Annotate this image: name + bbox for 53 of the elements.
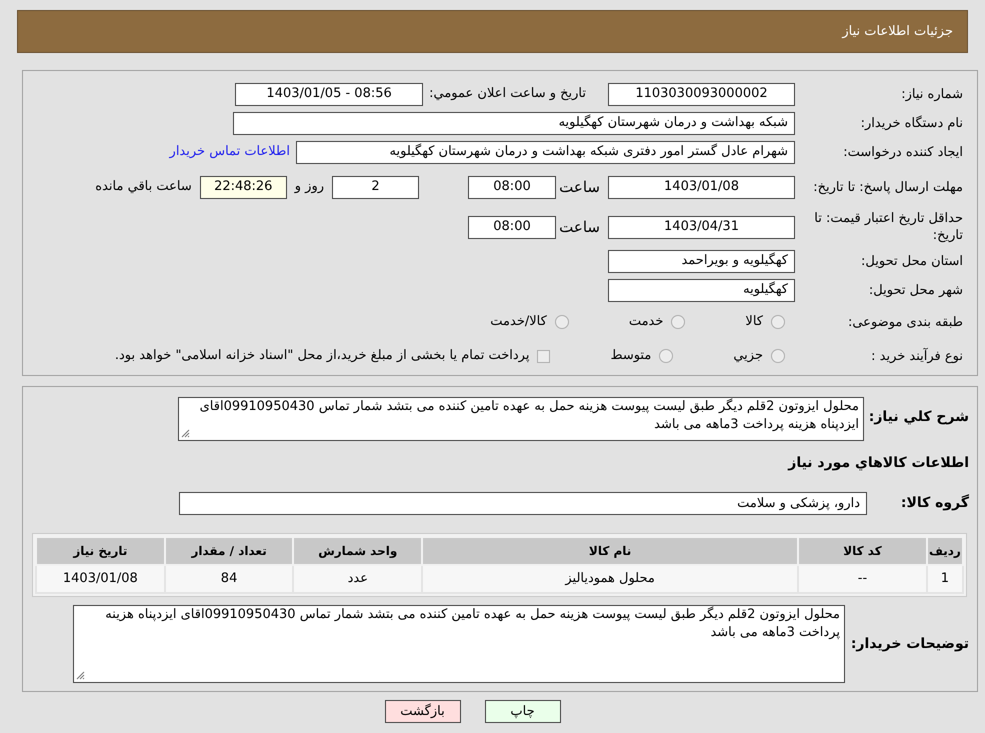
validity-date-field[interactable]: 1403/04/31 (608, 216, 795, 238)
field-label: استان محل تحویل: (860, 252, 963, 270)
radio-label: خدمت (628, 313, 664, 332)
table-cell: عدد (293, 565, 422, 593)
field-label: روز و (294, 178, 324, 196)
column-header: کد کالا (798, 537, 927, 565)
section-heading: اطلاعات کالاهاي مورد نیاز (786, 454, 969, 473)
column-header: تاریخ نیاز (36, 537, 165, 565)
radio-label: متوسط (610, 347, 652, 366)
radio-label: کالا (745, 313, 763, 332)
table-cell: 1403/01/08 (36, 565, 165, 593)
requester-field[interactable]: شهرام عادل گستر امور دفتری شبکه بهداشت و درمان شهرستان کهگیلویه (296, 140, 795, 164)
field-label: توضیحات خریدار: (850, 634, 969, 654)
days-field[interactable]: 2 (332, 176, 419, 198)
city-field[interactable]: کهگیلویه (608, 278, 795, 302)
radio-label: جزيي (733, 347, 763, 366)
field-label: شرح کلي نیاز: (868, 408, 969, 427)
print-button[interactable]: چاپ (484, 700, 560, 723)
reply-date-field[interactable]: 1403/01/08 (608, 176, 795, 198)
field-label: طبقه بندی موضوعی: (846, 314, 963, 330)
table-cell: -- (798, 565, 927, 593)
province-field[interactable]: کهگیلویه و بویراحمد (608, 250, 795, 272)
field-label: ایجاد کننده درخواست: (842, 144, 963, 160)
field-label: تاریخ و ساعت اعلان عمومي: (429, 85, 586, 104)
field-label: نوع فرآیند خرید : (870, 348, 963, 364)
buyer-org-field[interactable]: شبکه بهداشت و درمان شهرستان کهگیلویه (233, 112, 795, 134)
buyer-notes-text-area[interactable]: محلول ایزوتون 2قلم دیگر طبق لیست پیوست هزینه حمل به عهده تامین کننده می بتشد شمار تماس 09910950430اقای ایزدپناه هزینه پرداخت 3ماهه می باشد (73, 605, 845, 683)
remaining-time-field[interactable]: 22:48:26 (200, 176, 287, 198)
column-header: واحد شمارش (293, 537, 422, 565)
field-label: ساعت باقي مانده (95, 178, 192, 196)
table-cell: 1 (926, 565, 963, 593)
table-cell: محلول همودیالیز (422, 565, 798, 593)
buyer-contact-link[interactable]: اطلاعات تماس خریدار (170, 142, 290, 162)
field-label: نام دستگاه خریدار: (860, 114, 963, 132)
column-header: نام کالا (422, 537, 798, 565)
need-number-field[interactable]: 1103030093000002 (608, 82, 795, 106)
field-label: مهلت ارسال پاسخ: تا تاریخ: (812, 178, 963, 196)
goods-group-field[interactable]: دارو، پزشکی و سلامت (179, 492, 867, 515)
field-label: شهر محل تحویل: (868, 282, 963, 298)
announce-date-field[interactable]: 1403/01/05 - 08:56 (235, 82, 424, 106)
column-header: تعداد / مقدار (164, 537, 294, 565)
radio-label: کالا/خدمت (490, 313, 547, 332)
field-label: شماره نیاز: (900, 86, 963, 102)
description-text-area[interactable]: محلول ایزوتون 2قلم دیگر طبق لیست پیوست هزینه حمل به عهده تامین کننده می بتشد شمار تماس 09910950430اقای ایزدپناه هزینه پرداخت 3ماهه می باشد (178, 397, 864, 441)
field-label: حداقل تاریخ اعتبار قیمت: تا تاریخ: (813, 210, 963, 244)
field-label: گروه کالا: (900, 493, 969, 513)
validity-time-field[interactable]: 08:00 (468, 216, 556, 238)
column-header: ردیف (926, 537, 963, 565)
payment-note: پرداخت تمام یا بخشی از مبلغ خرید،از محل "اسناد خزانه اسلامی" خواهد بود. (114, 347, 530, 366)
back-button[interactable]: بازگشت (384, 700, 460, 723)
table-cell: 84 (164, 565, 294, 593)
reply-time-field[interactable]: 08:00 (468, 176, 556, 198)
page-title: جزئیات اطلاعات نیاز (842, 22, 953, 41)
